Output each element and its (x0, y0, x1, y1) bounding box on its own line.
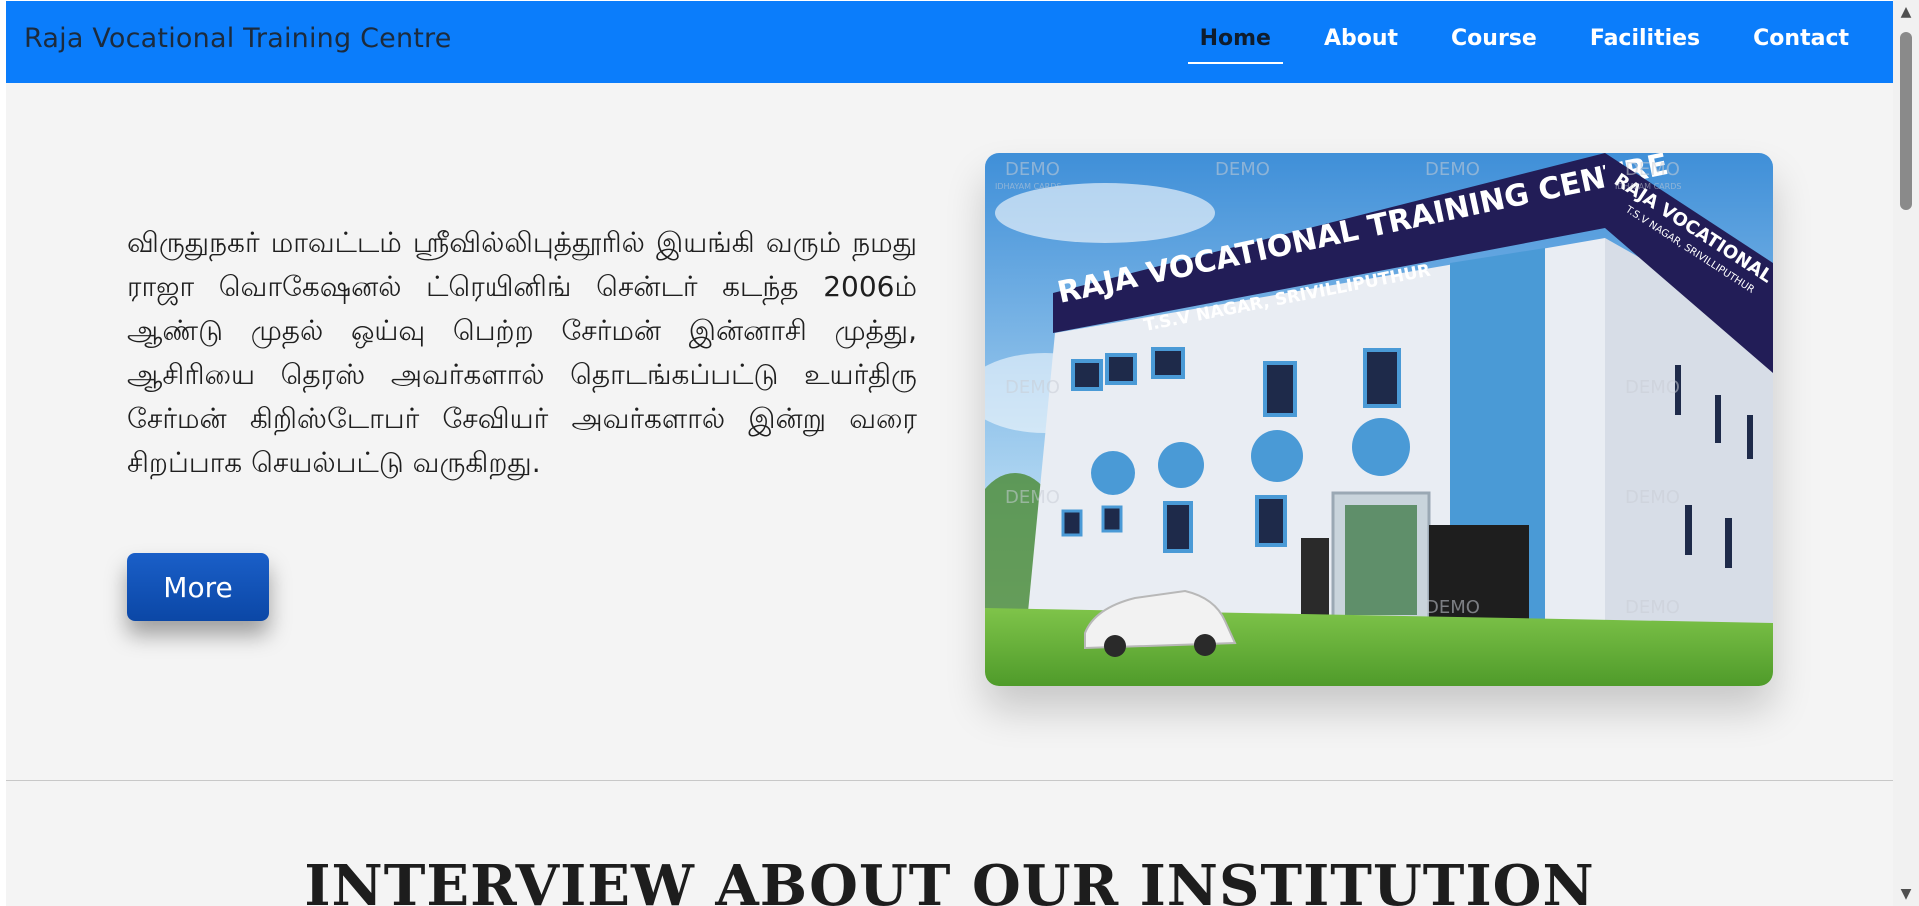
hero-description: விருதுநகர் மாவட்டம் ஸ்ரீவில்லிபுத்தூரில்… (127, 226, 917, 479)
page-scrollbar[interactable]: ▲ ▼ (1893, 0, 1919, 906)
page-frame: Raja Vocational Training Centre Home Abo… (6, 1, 1893, 906)
watermark-8: DEMO (1625, 487, 1680, 508)
watermark-7: DEMO (1005, 487, 1060, 508)
navbar: Raja Vocational Training Centre Home Abo… (6, 1, 1893, 83)
watermark-5: DEMO (1005, 377, 1060, 398)
section-title: INTERVIEW ABOUT OUR INSTITUTION (304, 853, 1595, 906)
nav-contact[interactable]: Contact (1753, 26, 1849, 59)
nav-facilities[interactable]: Facilities (1590, 26, 1700, 59)
more-button[interactable]: More (127, 553, 269, 621)
nav-course[interactable]: Course (1451, 26, 1537, 59)
watermark-sub-1: IDHAYAM CARDS (995, 182, 1061, 191)
watermark-6: DEMO (1625, 377, 1680, 398)
watermark-3: DEMO (1425, 159, 1480, 180)
watermark-1: DEMO (1005, 159, 1060, 180)
watermark-9: DEMO (1425, 597, 1480, 618)
triangle-down-icon[interactable]: ▼ (1893, 882, 1919, 906)
nav-home[interactable]: Home (1187, 26, 1284, 64)
watermark-sub-2: IDHAYAM CARDS (1615, 182, 1681, 191)
site-brand[interactable]: Raja Vocational Training Centre (24, 23, 452, 54)
triangle-up-icon[interactable]: ▲ (1893, 0, 1919, 24)
main-nav: Home About Course Facilities Contact (1187, 1, 1893, 83)
nav-about[interactable]: About (1324, 26, 1398, 59)
watermark-2: DEMO (1215, 159, 1270, 180)
building-image: RAJA VOCATIONAL TRAINING CENTRE T.S.V NA… (985, 153, 1773, 686)
section-divider (6, 780, 1893, 781)
scroll-thumb[interactable] (1900, 32, 1912, 210)
watermark-10: DEMO (1625, 597, 1680, 618)
watermark-4: DEMO (1625, 159, 1680, 180)
